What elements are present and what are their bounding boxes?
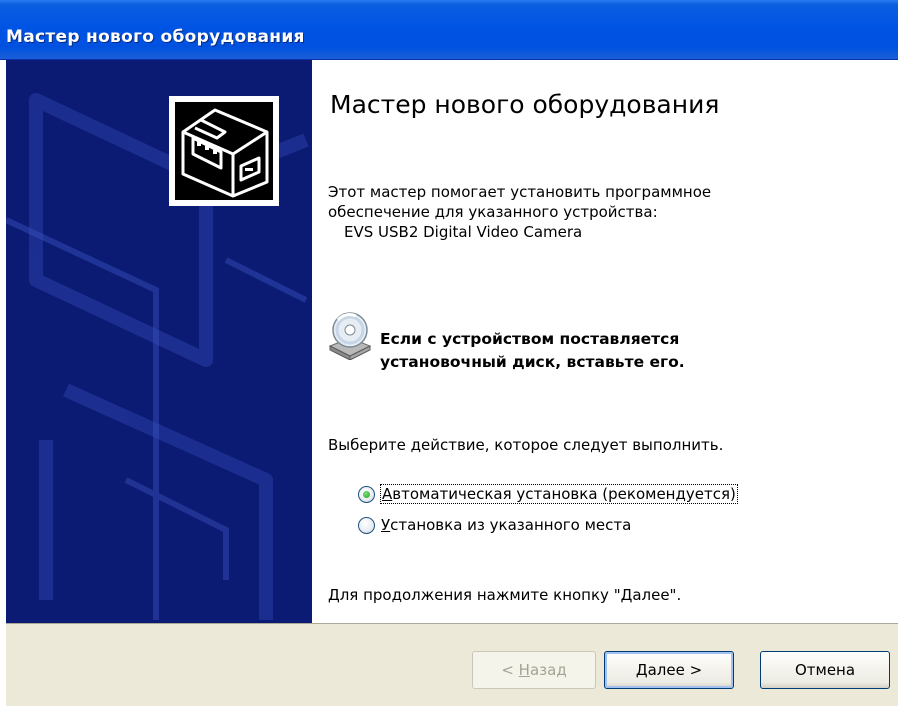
accel-key: Н — [518, 661, 530, 679]
intro-line-2: обеспечение для указанного устройства: — [328, 203, 658, 221]
wizard-side-panel — [6, 60, 312, 623]
label-text: становка из указанного места — [390, 516, 632, 534]
accel-key: У — [381, 516, 391, 534]
insert-disc-note: Если с устройством поставляется установо… — [380, 328, 685, 374]
insert-disc-line-2: установочный диск, вставьте его. — [380, 353, 685, 371]
next-button[interactable]: Далее > — [604, 651, 734, 689]
radio-button-checked[interactable] — [358, 485, 375, 503]
cancel-button[interactable]: Отмена — [760, 651, 890, 689]
wizard-heading: Мастер нового оборудования — [330, 90, 720, 119]
back-prefix: < — [501, 661, 514, 679]
wizard-content: Мастер нового оборудования Этот мастер п… — [312, 60, 898, 623]
radio-install-from-location-label[interactable]: Установка из указанного места — [381, 516, 631, 534]
insert-disc-line-1: Если с устройством поставляется — [380, 330, 680, 348]
back-button[interactable]: < Назад — [472, 651, 596, 689]
back-label: азад — [529, 661, 567, 679]
window-title: Мастер нового оборудования — [6, 27, 305, 47]
title-bar[interactable]: Мастер нового оборудования — [0, 0, 898, 60]
device-name: EVS USB2 Digital Video Camera — [344, 223, 583, 241]
label-text: втоматическая установка (рекомендуется) — [392, 485, 736, 503]
continue-note: Для продолжения нажмите кнопку "Далее". — [328, 586, 682, 604]
intro-line-1: Этот мастер помогает установить программ… — [328, 183, 712, 201]
intro-text: Этот мастер помогает установить программ… — [328, 182, 808, 242]
cd-drive-icon — [326, 310, 374, 361]
accel-key: А — [382, 485, 393, 503]
radio-auto-install[interactable]: Автоматическая установка (рекомендуется) — [358, 483, 738, 505]
action-prompt: Выберите действие, которое следует выпол… — [328, 436, 724, 454]
hardware-icon — [169, 96, 279, 206]
button-bar: < Назад Далее > Отмена — [6, 623, 898, 706]
accel-key: Д — [635, 661, 648, 679]
radio-install-from-location[interactable]: Установка из указанного места — [358, 514, 631, 536]
next-label: алее > — [647, 661, 703, 679]
radio-auto-install-label[interactable]: Автоматическая установка (рекомендуется) — [380, 484, 738, 504]
radio-button-unchecked[interactable] — [358, 516, 375, 534]
